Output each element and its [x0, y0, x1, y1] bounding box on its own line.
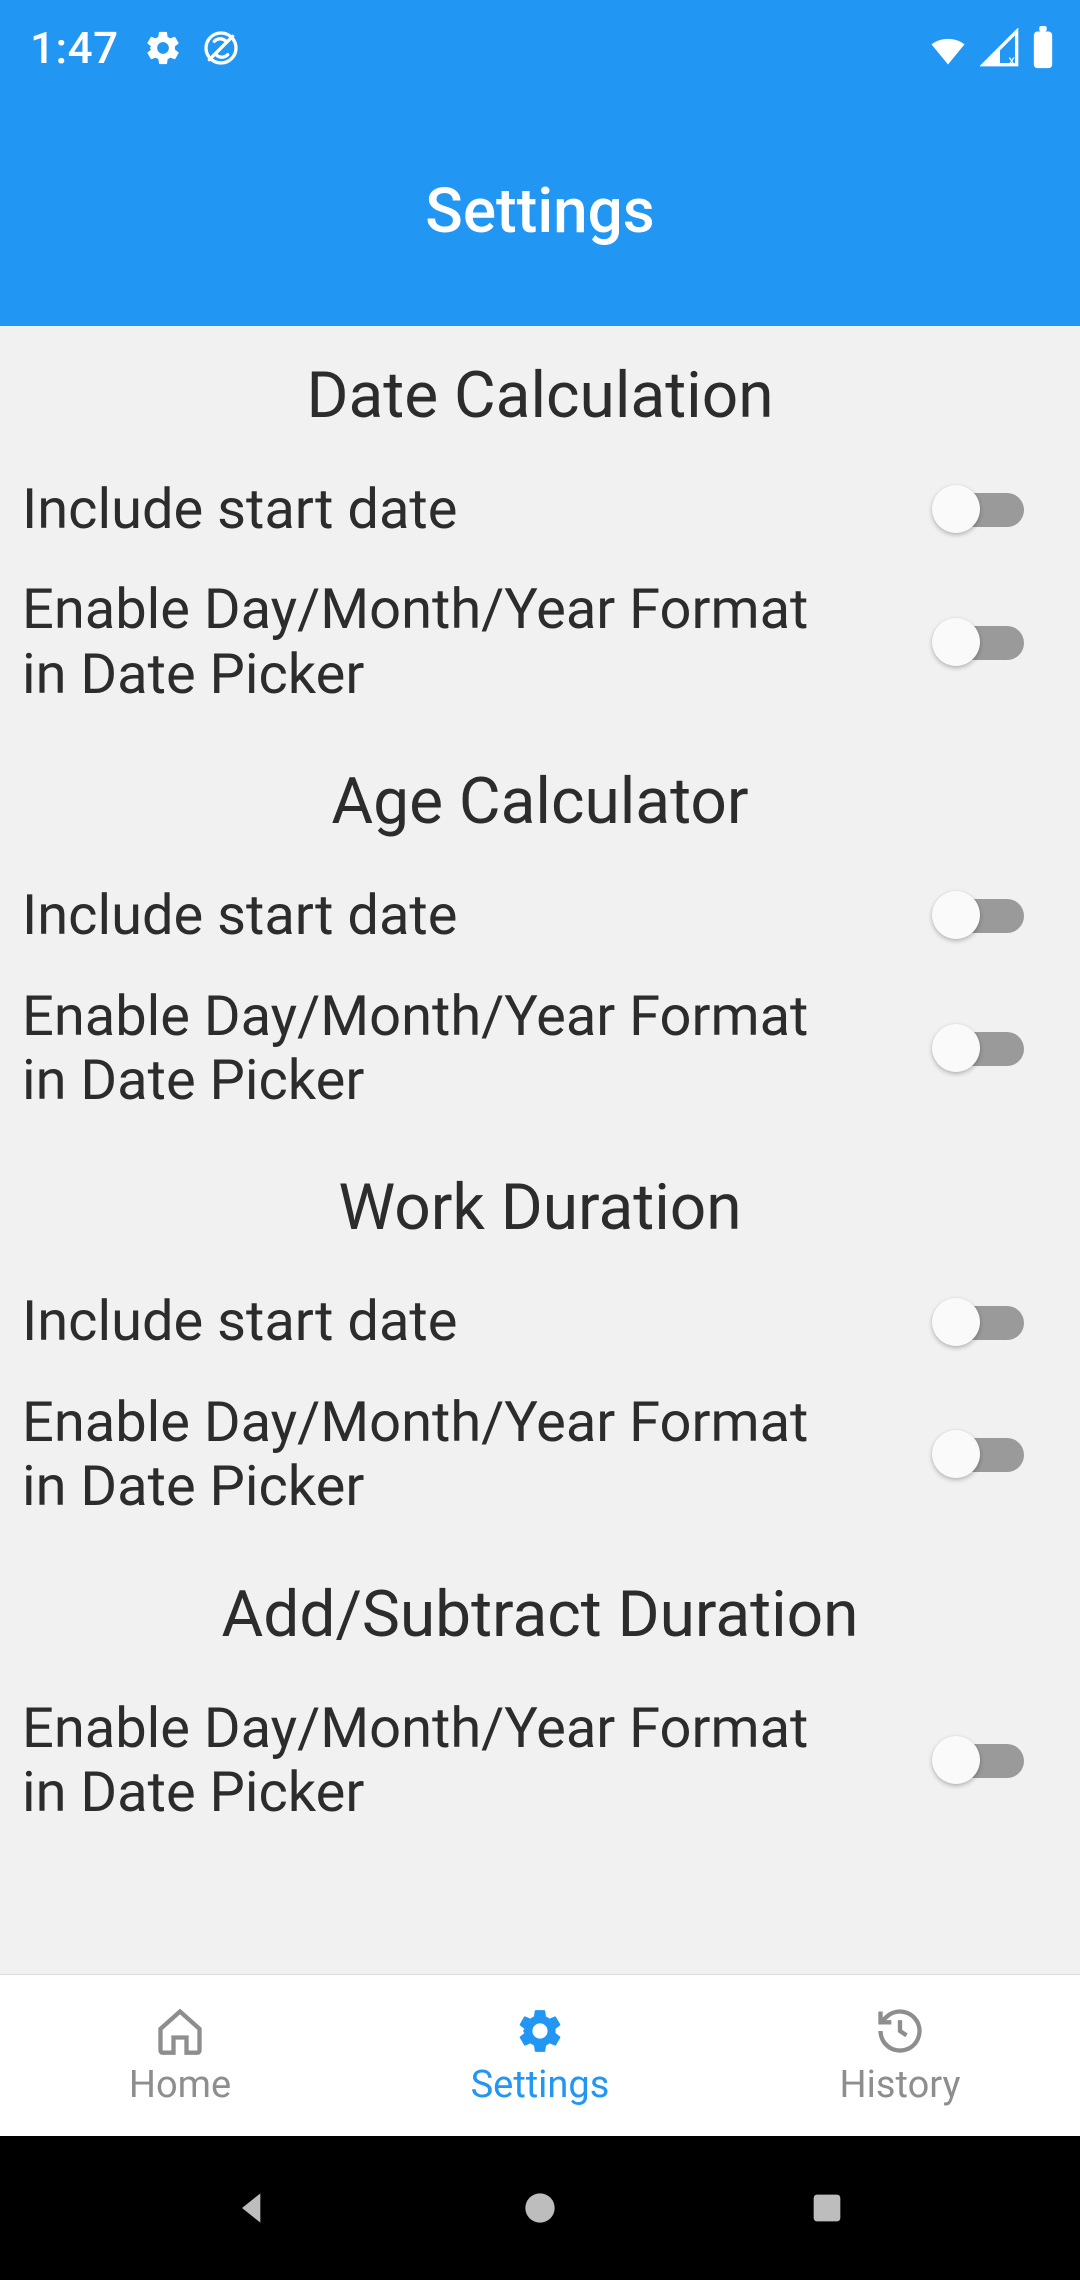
switch-thumb — [932, 485, 980, 533]
toggle-dmy-format-as[interactable] — [932, 1736, 1030, 1784]
nav-label-history: History — [840, 2063, 961, 2107]
setting-label: Enable Day/Month/Year Format in Date Pic… — [22, 1390, 842, 1519]
nav-label-settings: Settings — [471, 2063, 610, 2107]
section-title-age-calculator: Age Calculator — [0, 724, 1080, 865]
status-right: x — [926, 26, 1056, 70]
toggle-include-start-date-dc[interactable] — [932, 485, 1030, 533]
app-header: Settings — [0, 96, 1080, 326]
switch-thumb — [932, 618, 980, 666]
status-left: 1:47 — [30, 22, 241, 74]
setting-row: Enable Day/Month/Year Format in Date Pic… — [0, 1678, 1080, 1843]
recent-apps-button[interactable] — [792, 2173, 862, 2243]
setting-row: Enable Day/Month/Year Format in Date Pic… — [0, 966, 1080, 1131]
status-icons-left — [143, 28, 241, 68]
nav-settings[interactable]: Settings — [360, 1975, 720, 2136]
no-sync-icon — [201, 28, 241, 68]
screen: 1:47 x Settings — [0, 0, 1080, 2280]
setting-label: Enable Day/Month/Year Format in Date Pic… — [22, 1696, 842, 1825]
toggle-dmy-format-wd[interactable] — [932, 1430, 1030, 1478]
signal-icon: x — [980, 28, 1020, 68]
section-title-work-duration: Work Duration — [0, 1130, 1080, 1271]
switch-thumb — [932, 1430, 980, 1478]
system-nav-bar — [0, 2136, 1080, 2280]
setting-label: Enable Day/Month/Year Format in Date Pic… — [22, 984, 842, 1113]
switch-thumb — [932, 1024, 980, 1072]
setting-label: Include start date — [22, 1289, 457, 1353]
section-title-add-subtract: Add/Subtract Duration — [0, 1537, 1080, 1678]
toggle-dmy-format-dc[interactable] — [932, 618, 1030, 666]
setting-row: Include start date — [0, 1271, 1080, 1371]
switch-thumb — [932, 1298, 980, 1346]
setting-row: Enable Day/Month/Year Format in Date Pic… — [0, 559, 1080, 724]
home-button[interactable] — [505, 2173, 575, 2243]
setting-label: Include start date — [22, 477, 457, 541]
battery-icon — [1030, 26, 1056, 70]
status-time: 1:47 — [30, 22, 119, 74]
toggle-dmy-format-ac[interactable] — [932, 1024, 1030, 1072]
back-button[interactable] — [218, 2173, 288, 2243]
page-title: Settings — [425, 175, 654, 248]
wifi-icon — [926, 26, 970, 70]
gear-icon — [514, 2005, 566, 2057]
setting-row: Include start date — [0, 459, 1080, 559]
setting-row: Include start date — [0, 865, 1080, 965]
section-title-date-calculation: Date Calculation — [0, 336, 1080, 459]
settings-content[interactable]: Date Calculation Include start date Enab… — [0, 326, 1080, 1974]
svg-text:x: x — [1008, 54, 1015, 68]
gear-icon — [143, 28, 183, 68]
nav-history[interactable]: History — [720, 1975, 1080, 2136]
setting-label: Include start date — [22, 883, 457, 947]
history-icon — [874, 2005, 926, 2057]
nav-home[interactable]: Home — [0, 1975, 360, 2136]
status-bar: 1:47 x — [0, 0, 1080, 96]
setting-label: Enable Day/Month/Year Format in Date Pic… — [22, 577, 842, 706]
toggle-include-start-date-wd[interactable] — [932, 1298, 1030, 1346]
toggle-include-start-date-ac[interactable] — [932, 891, 1030, 939]
setting-row: Enable Day/Month/Year Format in Date Pic… — [0, 1372, 1080, 1537]
switch-thumb — [932, 1736, 980, 1784]
nav-label-home: Home — [129, 2063, 231, 2107]
bottom-nav: Home Settings History — [0, 1974, 1080, 2136]
home-icon — [154, 2005, 206, 2057]
